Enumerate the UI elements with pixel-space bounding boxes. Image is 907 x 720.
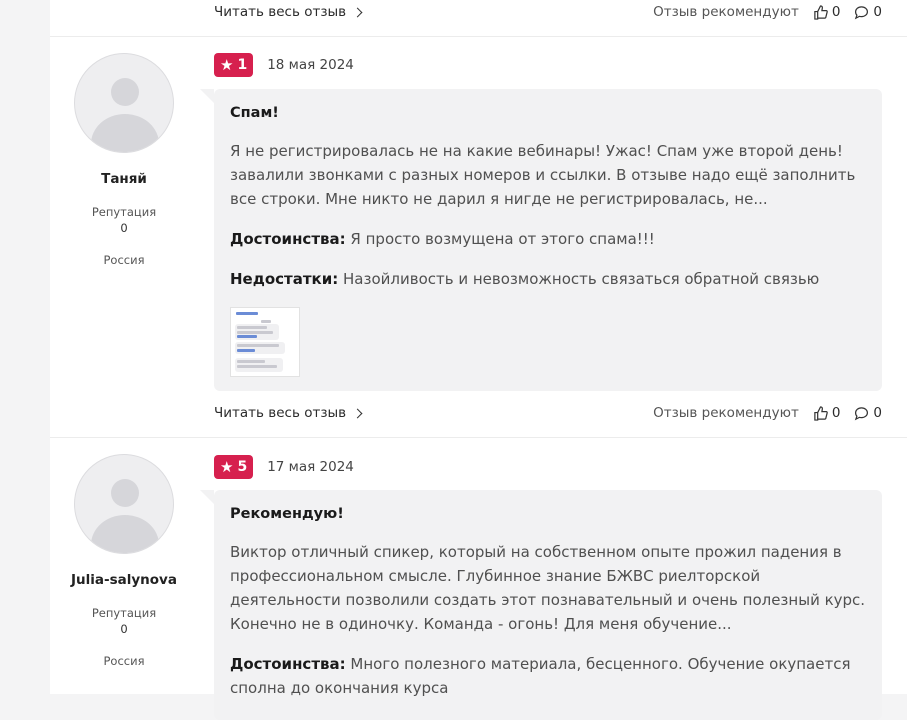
author-name[interactable]: Julia-salynova	[34, 572, 214, 588]
review-body: Рекомендую! Виктор отличный спикер, кото…	[200, 490, 882, 720]
like-button[interactable]: 0	[813, 4, 841, 20]
comment-count: 0	[873, 4, 882, 20]
star-icon: ★	[220, 55, 234, 74]
like-button[interactable]: 0	[813, 405, 841, 421]
review-date: 17 мая 2024	[267, 459, 354, 475]
cons-text: Назойливость и невозможность связаться о…	[343, 270, 820, 288]
review-footer-prev: Читать весь отзыв Отзыв рекомендуют 0 0	[214, 2, 882, 22]
thumbs-up-icon	[814, 4, 828, 20]
comment-button[interactable]: 0	[854, 405, 882, 421]
review-cons: Недостатки: Назойливость и невозможность…	[230, 267, 866, 291]
rating-badge: ★ 1	[214, 53, 254, 77]
rating-row: ★ 1 18 мая 2024	[214, 53, 354, 77]
like-count: 0	[831, 4, 841, 20]
review-date: 18 мая 2024	[267, 57, 354, 73]
review-body: Спам! Я не регистрировалась не на какие …	[200, 89, 882, 391]
review-author: Julia-salynova Репутация 0 Россия	[71, 454, 177, 668]
author-country: Россия	[103, 253, 145, 267]
review-text: Виктор отличный спикер, который на собст…	[230, 543, 866, 633]
rating-value: 1	[237, 57, 248, 73]
read-full-review-link[interactable]: Читать весь отзыв	[214, 4, 363, 20]
comment-count: 0	[873, 405, 882, 421]
pros-label: Достоинства:	[230, 230, 346, 248]
recommend-label: Отзыв рекомендуют	[653, 4, 799, 20]
review-pros: Достоинства: Я просто возмущена от этого…	[230, 227, 866, 251]
review-text: Я не регистрировалась не на какие вебина…	[230, 142, 856, 208]
read-full-review-label: Читать весь отзыв	[214, 405, 347, 421]
pros-text: Я просто возмущена от этого спама!!!	[350, 230, 655, 248]
divider	[50, 437, 907, 438]
like-count: 0	[831, 405, 841, 421]
author-country: Россия	[103, 654, 145, 668]
pros-label: Достоинства:	[230, 655, 346, 673]
rating-value: 5	[237, 459, 248, 475]
comment-icon	[855, 406, 869, 420]
reputation-label: Репутация	[91, 205, 157, 219]
review-footer: Читать весь отзыв Отзыв рекомендуют 0 0	[214, 403, 882, 423]
chevron-right-icon	[352, 7, 363, 17]
thumbs-up-icon	[814, 405, 828, 421]
read-full-review-label: Читать весь отзыв	[214, 4, 347, 20]
reputation-label: Репутация	[91, 606, 157, 620]
review-pros: Достоинства: Много полезного материала, …	[230, 652, 866, 700]
reputation-value: 0	[120, 622, 128, 636]
divider	[50, 36, 907, 37]
avatar[interactable]	[74, 53, 174, 153]
review-actions: Отзыв рекомендуют 0 0	[653, 4, 882, 20]
read-full-review-link[interactable]: Читать весь отзыв	[214, 405, 363, 421]
comment-icon	[855, 5, 869, 19]
review-photo-thumbnail[interactable]	[230, 307, 300, 377]
cons-label: Недостатки:	[230, 270, 339, 288]
avatar[interactable]	[74, 454, 174, 554]
review-title: Спам!	[230, 105, 279, 121]
star-icon: ★	[220, 457, 234, 476]
review-title: Рекомендую!	[230, 506, 344, 522]
chevron-right-icon	[352, 408, 363, 418]
comment-button[interactable]: 0	[854, 4, 882, 20]
author-name[interactable]: Таняй	[34, 171, 214, 187]
reputation-value: 0	[120, 221, 128, 235]
rating-row: ★ 5 17 мая 2024	[214, 455, 354, 479]
rating-badge: ★ 5	[214, 455, 254, 479]
review-actions: Отзыв рекомендуют 0 0	[653, 405, 882, 421]
review-author: Таняй Репутация 0 Россия	[74, 53, 174, 267]
recommend-label: Отзыв рекомендуют	[653, 405, 799, 421]
